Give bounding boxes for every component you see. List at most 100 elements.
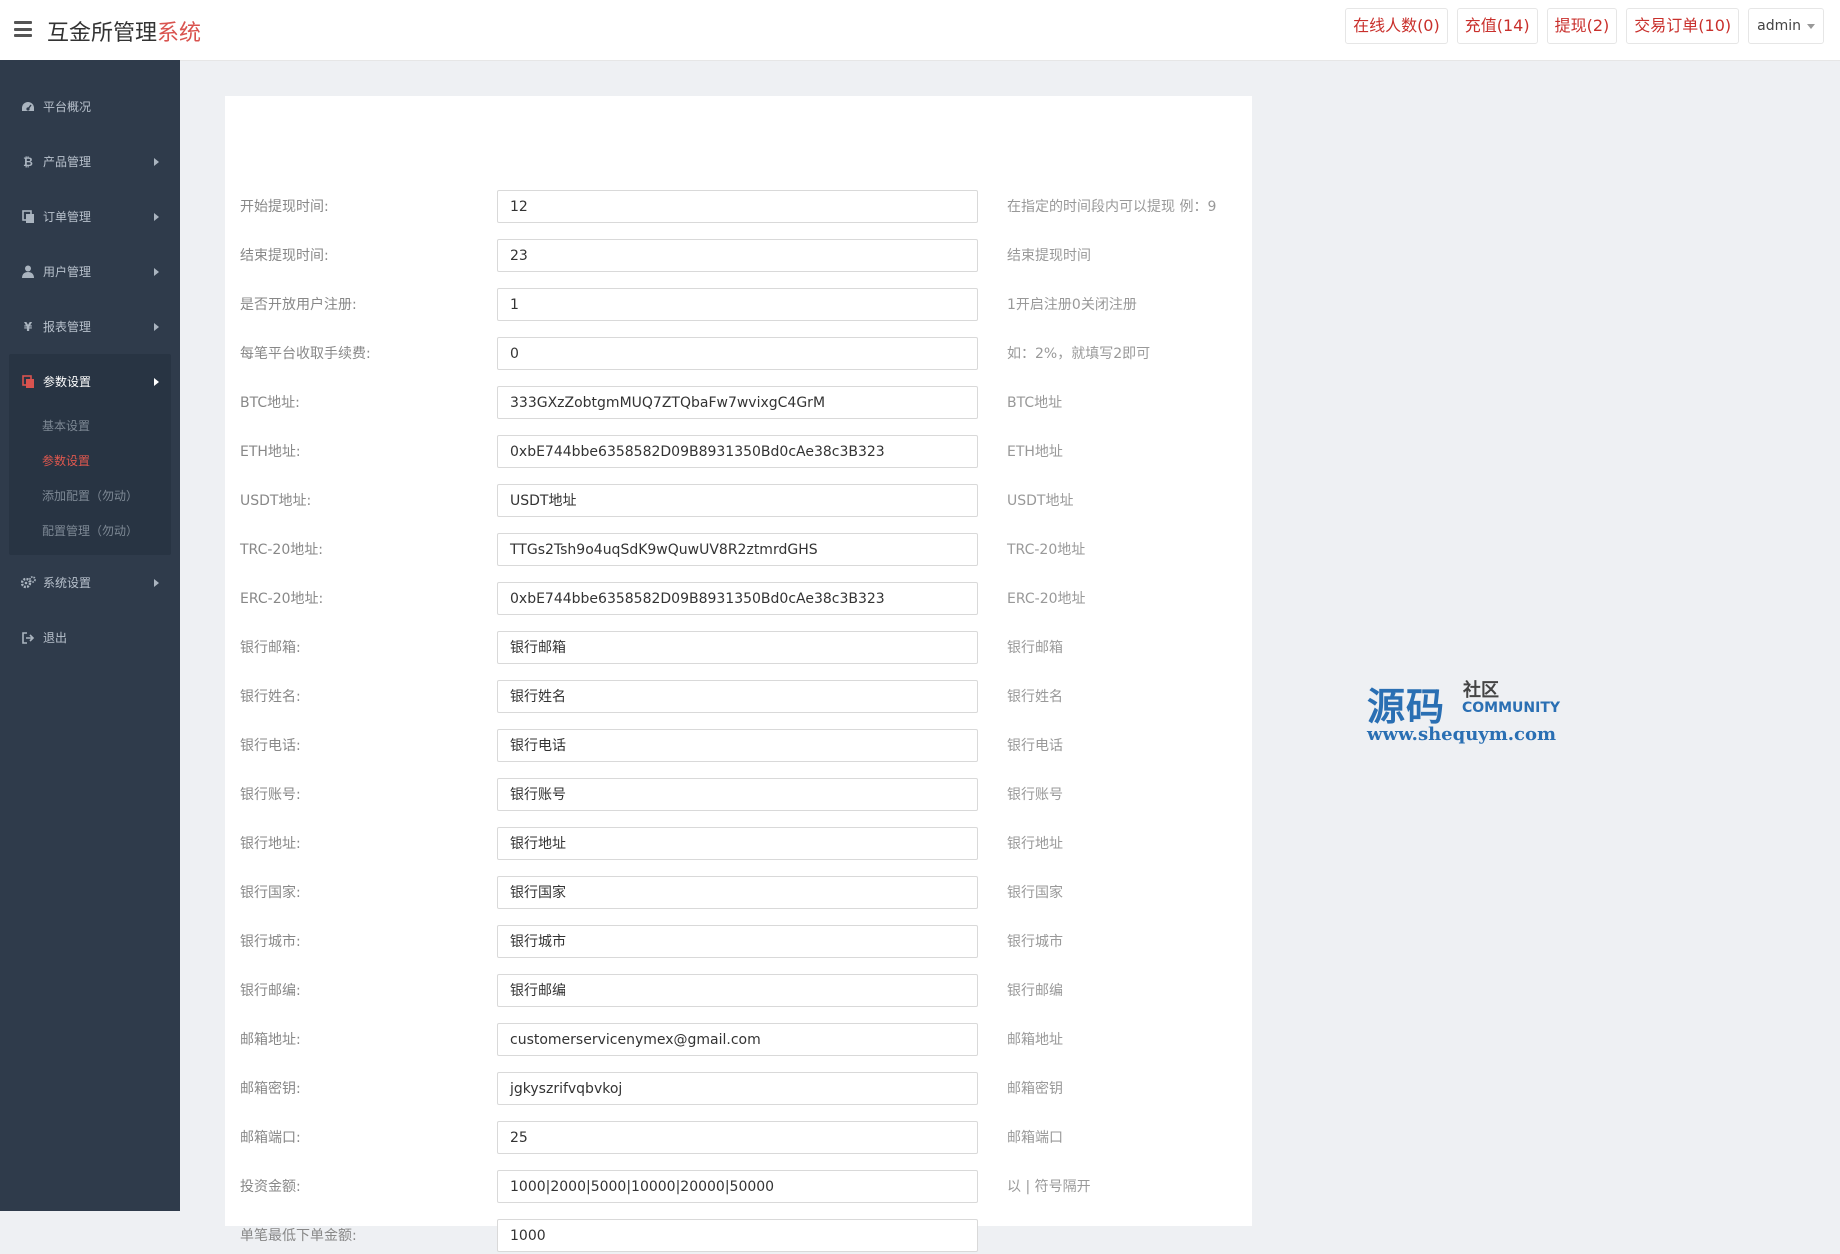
bank-phone-input[interactable]: 银行电话 [497, 729, 978, 762]
sidebar-item-label: 订单管理 [43, 210, 92, 224]
form-row: 单笔最低下单金额: 1000 [225, 1219, 1252, 1254]
bank-name-input[interactable]: 银行姓名 [497, 680, 978, 713]
field-label: 邮箱地址: [240, 1032, 301, 1048]
sidebar-item-report-management[interactable]: ¥ 报表管理 [0, 299, 180, 354]
form-row: ERC-20地址: 0xbE744bbe6358582D09B8931350Bd… [225, 582, 1252, 617]
recharge-button[interactable]: 充值(14) [1456, 8, 1538, 44]
sidebar-submenu: 基本设置 参数设置 添加配置（勿动） 配置管理（勿动） [9, 409, 171, 555]
field-hint: 银行账号 [1007, 787, 1063, 803]
form-row: 银行邮箱: 银行邮箱 银行邮箱 [225, 631, 1252, 666]
field-label: 银行城市: [240, 934, 301, 950]
end-withdraw-time-input[interactable]: 23 [497, 239, 978, 272]
usdt-address-input[interactable]: USDT地址 [497, 484, 978, 517]
field-label: TRC-20地址: [240, 542, 323, 558]
watermark-small-text: 社区 [1463, 680, 1499, 701]
field-label: 邮箱密钥: [240, 1081, 301, 1097]
field-hint: 银行姓名 [1007, 689, 1063, 705]
field-hint: USDT地址 [1007, 493, 1074, 509]
caret-down-icon [1807, 23, 1815, 29]
mail-port-input[interactable]: 25 [497, 1121, 978, 1154]
sign-out-icon [20, 631, 36, 644]
withdraw-button[interactable]: 提现(2) [1546, 8, 1618, 44]
field-hint: 在指定的时间段内可以提现 例：9 [1007, 199, 1217, 215]
mail-secret-input[interactable]: jgkyszrifvqbvkoj [497, 1072, 978, 1105]
investment-amount-input[interactable]: 1000|2000|5000|10000|20000|50000 [497, 1170, 978, 1203]
sidebar-item-parameter-settings[interactable]: 参数设置 [9, 354, 171, 409]
field-label: 邮箱端口: [240, 1130, 301, 1146]
app-title-accent: 系统 [157, 21, 202, 46]
sidebar: 平台概况 ₿ 产品管理 订单管理 用户管理 ¥ 报表管理 参数设置 基本设置 参… [0, 60, 180, 1211]
field-hint: 结束提现时间 [1007, 248, 1091, 264]
user-icon [20, 265, 36, 278]
field-label: 结束提现时间: [240, 248, 329, 264]
field-label: 银行地址: [240, 836, 301, 852]
trade-orders-button[interactable]: 交易订单(10) [1626, 8, 1740, 44]
bank-account-input[interactable]: 银行账号 [497, 778, 978, 811]
erc20-address-input[interactable]: 0xbE744bbe6358582D09B8931350Bd0cAe38c3B3… [497, 582, 978, 615]
field-hint: 银行邮编 [1007, 983, 1063, 999]
sidebar-item-label: 产品管理 [43, 155, 92, 169]
trc20-address-input[interactable]: TTGs2Tsh9o4uqSdK9wQuwUV8R2ztmrdGHS [497, 533, 978, 566]
field-label: 银行国家: [240, 885, 301, 901]
field-hint: 邮箱地址 [1007, 1032, 1063, 1048]
copy-icon [20, 374, 36, 389]
eth-address-input[interactable]: 0xbE744bbe6358582D09B8931350Bd0cAe38c3B3… [497, 435, 978, 468]
platform-fee-input[interactable]: 0 [497, 337, 978, 370]
sidebar-item-product-management[interactable]: ₿ 产品管理 [0, 134, 180, 189]
form-row: BTC地址: 333GXzZobtgmMUQ7ZTQbaFw7wvixgC4Gr… [225, 386, 1252, 421]
field-hint: 银行邮箱 [1007, 640, 1063, 656]
gears-icon [20, 576, 36, 589]
bank-city-input[interactable]: 银行城市 [497, 925, 978, 958]
sidebar-item-system-settings[interactable]: 系统设置 [0, 555, 180, 610]
submenu-item-parameter-settings[interactable]: 参数设置 [9, 444, 171, 479]
submenu-item-config-management[interactable]: 配置管理（勿动） [9, 514, 171, 549]
field-hint: BTC地址 [1007, 395, 1063, 411]
form-row: ETH地址: 0xbE744bbe6358582D09B8931350Bd0cA… [225, 435, 1252, 470]
form-row: 银行姓名: 银行姓名 银行姓名 [225, 680, 1252, 715]
min-order-amount-input[interactable]: 1000 [497, 1219, 978, 1252]
form-row: 银行邮编: 银行邮编 银行邮编 [225, 974, 1252, 1009]
online-users-button[interactable]: 在线人数(0) [1345, 8, 1448, 44]
submenu-item-basic-settings[interactable]: 基本设置 [9, 409, 171, 444]
field-hint: 以 | 符号隔开 [1007, 1179, 1091, 1195]
chevron-right-icon [154, 267, 159, 276]
field-hint: 如：2%，就填写2即可 [1007, 346, 1151, 362]
field-label: ERC-20地址: [240, 591, 324, 607]
field-hint: 邮箱端口 [1007, 1130, 1063, 1146]
form-row: TRC-20地址: TTGs2Tsh9o4uqSdK9wQuwUV8R2ztmr… [225, 533, 1252, 568]
user-menu-button[interactable]: admin [1748, 8, 1824, 44]
field-label: 银行姓名: [240, 689, 301, 705]
submenu-item-add-config[interactable]: 添加配置（勿动） [9, 479, 171, 514]
sidebar-item-logout[interactable]: 退出 [0, 610, 180, 665]
sidebar-item-platform-overview[interactable]: 平台概况 [0, 79, 180, 134]
chevron-right-icon [154, 578, 159, 587]
open-registration-input[interactable]: 1 [497, 288, 978, 321]
field-label: 单笔最低下单金额: [240, 1228, 357, 1244]
field-label: 银行邮箱: [240, 640, 301, 656]
field-hint: 银行电话 [1007, 738, 1063, 754]
field-hint: ERC-20地址 [1007, 591, 1086, 607]
start-withdraw-time-input[interactable]: 12 [497, 190, 978, 223]
bank-country-input[interactable]: 银行国家 [497, 876, 978, 909]
bank-postcode-input[interactable]: 银行邮编 [497, 974, 978, 1007]
form-row: 银行国家: 银行国家 银行国家 [225, 876, 1252, 911]
sidebar-item-label: 退出 [43, 631, 68, 645]
field-label: 开始提现时间: [240, 199, 329, 215]
app-title-main: 互金所管理 [47, 21, 158, 46]
bank-email-input[interactable]: 银行邮箱 [497, 631, 978, 664]
copy-icon [20, 209, 36, 224]
form-row: 银行电话: 银行电话 银行电话 [225, 729, 1252, 764]
field-label: ETH地址: [240, 444, 301, 460]
sidebar-item-user-management[interactable]: 用户管理 [0, 244, 180, 299]
mail-address-input[interactable]: customerservicenymex@gmail.com [497, 1023, 978, 1056]
sidebar-item-order-management[interactable]: 订单管理 [0, 189, 180, 244]
sidebar-item-label: 用户管理 [43, 265, 92, 279]
menu-toggle-icon[interactable] [14, 21, 32, 37]
chevron-right-icon [154, 377, 159, 386]
watermark-community-text: COMMUNITY [1462, 700, 1561, 716]
btc-address-input[interactable]: 333GXzZobtgmMUQ7ZTQbaFw7wvixgC4GrM [497, 386, 978, 419]
field-hint: 邮箱密钥 [1007, 1081, 1063, 1097]
bank-address-input[interactable]: 银行地址 [497, 827, 978, 860]
form-row: 邮箱地址: customerservicenymex@gmail.com 邮箱地… [225, 1023, 1252, 1058]
app-title: 互金所管理系统 [47, 15, 201, 47]
